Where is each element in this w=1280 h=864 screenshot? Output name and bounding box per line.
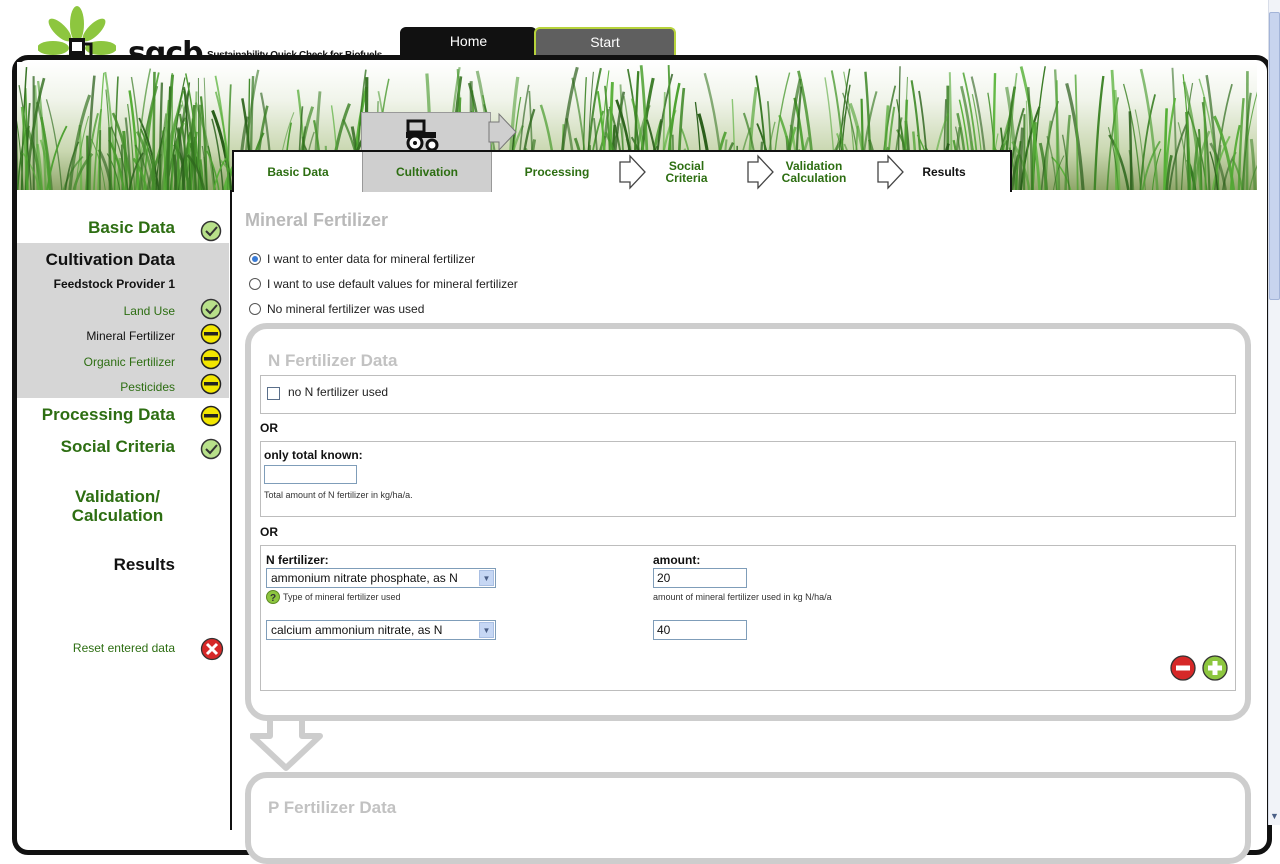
help-icon[interactable]: ? (266, 590, 280, 604)
radio-button[interactable] (249, 278, 261, 290)
status-incomplete-icon (200, 373, 222, 395)
status-incomplete-icon (200, 405, 222, 427)
step-basic-data[interactable]: Basic Data (234, 152, 362, 192)
reset-data-link[interactable]: Reset entered data (0, 641, 175, 655)
n-fertilizer-label: N fertilizer: (266, 553, 329, 567)
type-hint: Type of mineral fertilizer used (283, 592, 401, 602)
radio-button[interactable] (249, 303, 261, 315)
sidebar-validation-line2: Calculation (71, 506, 164, 525)
only-total-box: only total known: Total amount of N fert… (260, 441, 1236, 517)
only-total-label: only total known: (264, 448, 363, 462)
step-social-line2: Criteria (665, 171, 708, 185)
add-row-icon[interactable] (1202, 655, 1228, 681)
option-enter-data[interactable]: I want to enter data for mineral fertili… (249, 252, 475, 266)
panel-title: N Fertilizer Data (268, 351, 398, 370)
amount-input[interactable]: 40 (653, 620, 747, 640)
sidebar-item-mineral-fertilizer[interactable]: Mineral Fertilizer (0, 329, 175, 343)
remove-row-icon[interactable] (1170, 655, 1196, 681)
scrollbar-thumb[interactable] (1269, 12, 1280, 300)
status-incomplete-icon (200, 323, 222, 345)
sidebar-feedstock-provider[interactable]: Feedstock Provider 1 (0, 277, 175, 291)
tractor-icon (406, 119, 439, 152)
n-fertilizer-select[interactable]: calcium ammonium nitrate, as N ▼ (266, 620, 496, 640)
no-n-checkbox[interactable] (267, 387, 280, 400)
cultivation-tab-raised[interactable] (361, 112, 491, 153)
only-total-hint: Total amount of N fertilizer in kg/ha/a. (264, 490, 413, 500)
scroll-down-icon[interactable]: ▼ (1269, 811, 1280, 823)
n-fertilizer-select[interactable]: ammonium nitrate phosphate, as N ▼ (266, 568, 496, 588)
step-valid-line2: Calculation (781, 171, 847, 185)
page-title: Mineral Fertilizer (245, 210, 389, 230)
sidebar-item-processing-data[interactable]: Processing Data (0, 405, 175, 425)
option-default-values[interactable]: I want to use default values for mineral… (249, 277, 518, 291)
no-n-label: no N fertilizer used (288, 385, 389, 399)
sidebar-item-cultivation-data[interactable]: Cultivation Data (0, 250, 175, 270)
step-validation-calculation[interactable]: Validation Calculation (749, 152, 879, 192)
option-label: I want to use default values for mineral… (267, 277, 518, 291)
status-incomplete-icon (200, 348, 222, 370)
step-processing[interactable]: Processing (492, 152, 622, 192)
option-label: No mineral fertilizer was used (267, 302, 425, 316)
step-results[interactable]: Results (879, 152, 1009, 192)
sidebar-item-land-use[interactable]: Land Use (0, 304, 175, 318)
status-check-icon (200, 438, 222, 460)
status-check-icon (200, 298, 222, 320)
amount-input[interactable]: 20 (653, 568, 747, 588)
svg-text:?: ? (270, 593, 276, 604)
option-none-used[interactable]: No mineral fertilizer was used (249, 302, 424, 316)
sidebar-validation-line1: Validation/ (74, 487, 161, 506)
step-social-criteria[interactable]: Social Criteria (624, 152, 749, 192)
only-total-input[interactable] (264, 465, 357, 484)
radio-button[interactable] (249, 253, 261, 265)
tab-start[interactable]: Start (534, 27, 676, 58)
select-value: ammonium nitrate phosphate, as N (271, 571, 458, 585)
sidebar-item-basic-data[interactable]: Basic Data (0, 218, 175, 238)
down-arrow-icon (250, 716, 323, 771)
panel-title: P Fertilizer Data (268, 798, 397, 817)
wizard-steps: Basic Data Cultivation Processing Social… (232, 150, 1012, 192)
n-fertilizer-entries: N fertilizer: amount: ammonium nitrate p… (260, 545, 1236, 691)
n-fertilizer-panel: N Fertilizer Data no N fertilizer used O… (245, 323, 1251, 721)
or-label: OR (260, 525, 278, 539)
step-cultivation[interactable]: Cultivation (362, 152, 492, 192)
sidebar-item-pesticides[interactable]: Pesticides (0, 380, 175, 394)
sidebar-item-results[interactable]: Results (0, 555, 175, 575)
reset-icon[interactable] (200, 637, 224, 661)
amount-label: amount: (653, 553, 701, 567)
sidebar-item-social-criteria[interactable]: Social Criteria (0, 437, 175, 457)
select-value: calcium ammonium nitrate, as N (271, 623, 443, 637)
tab-home[interactable]: Home (400, 27, 537, 58)
chevron-down-icon[interactable]: ▼ (479, 570, 494, 586)
or-label: OR (260, 421, 278, 435)
no-n-box: no N fertilizer used (260, 375, 1236, 414)
sidebar-item-organic-fertilizer[interactable]: Organic Fertilizer (0, 355, 175, 369)
amount-hint: amount of mineral fertilizer used in kg … (653, 592, 832, 602)
option-label: I want to enter data for mineral fertili… (267, 252, 476, 266)
p-fertilizer-panel: P Fertilizer Data (245, 772, 1251, 864)
sidebar-item-validation[interactable]: Validation/Calculation (0, 487, 175, 525)
wizard-arrow-icon (488, 112, 517, 152)
status-check-icon (200, 220, 222, 242)
chevron-down-icon[interactable]: ▼ (479, 622, 494, 638)
